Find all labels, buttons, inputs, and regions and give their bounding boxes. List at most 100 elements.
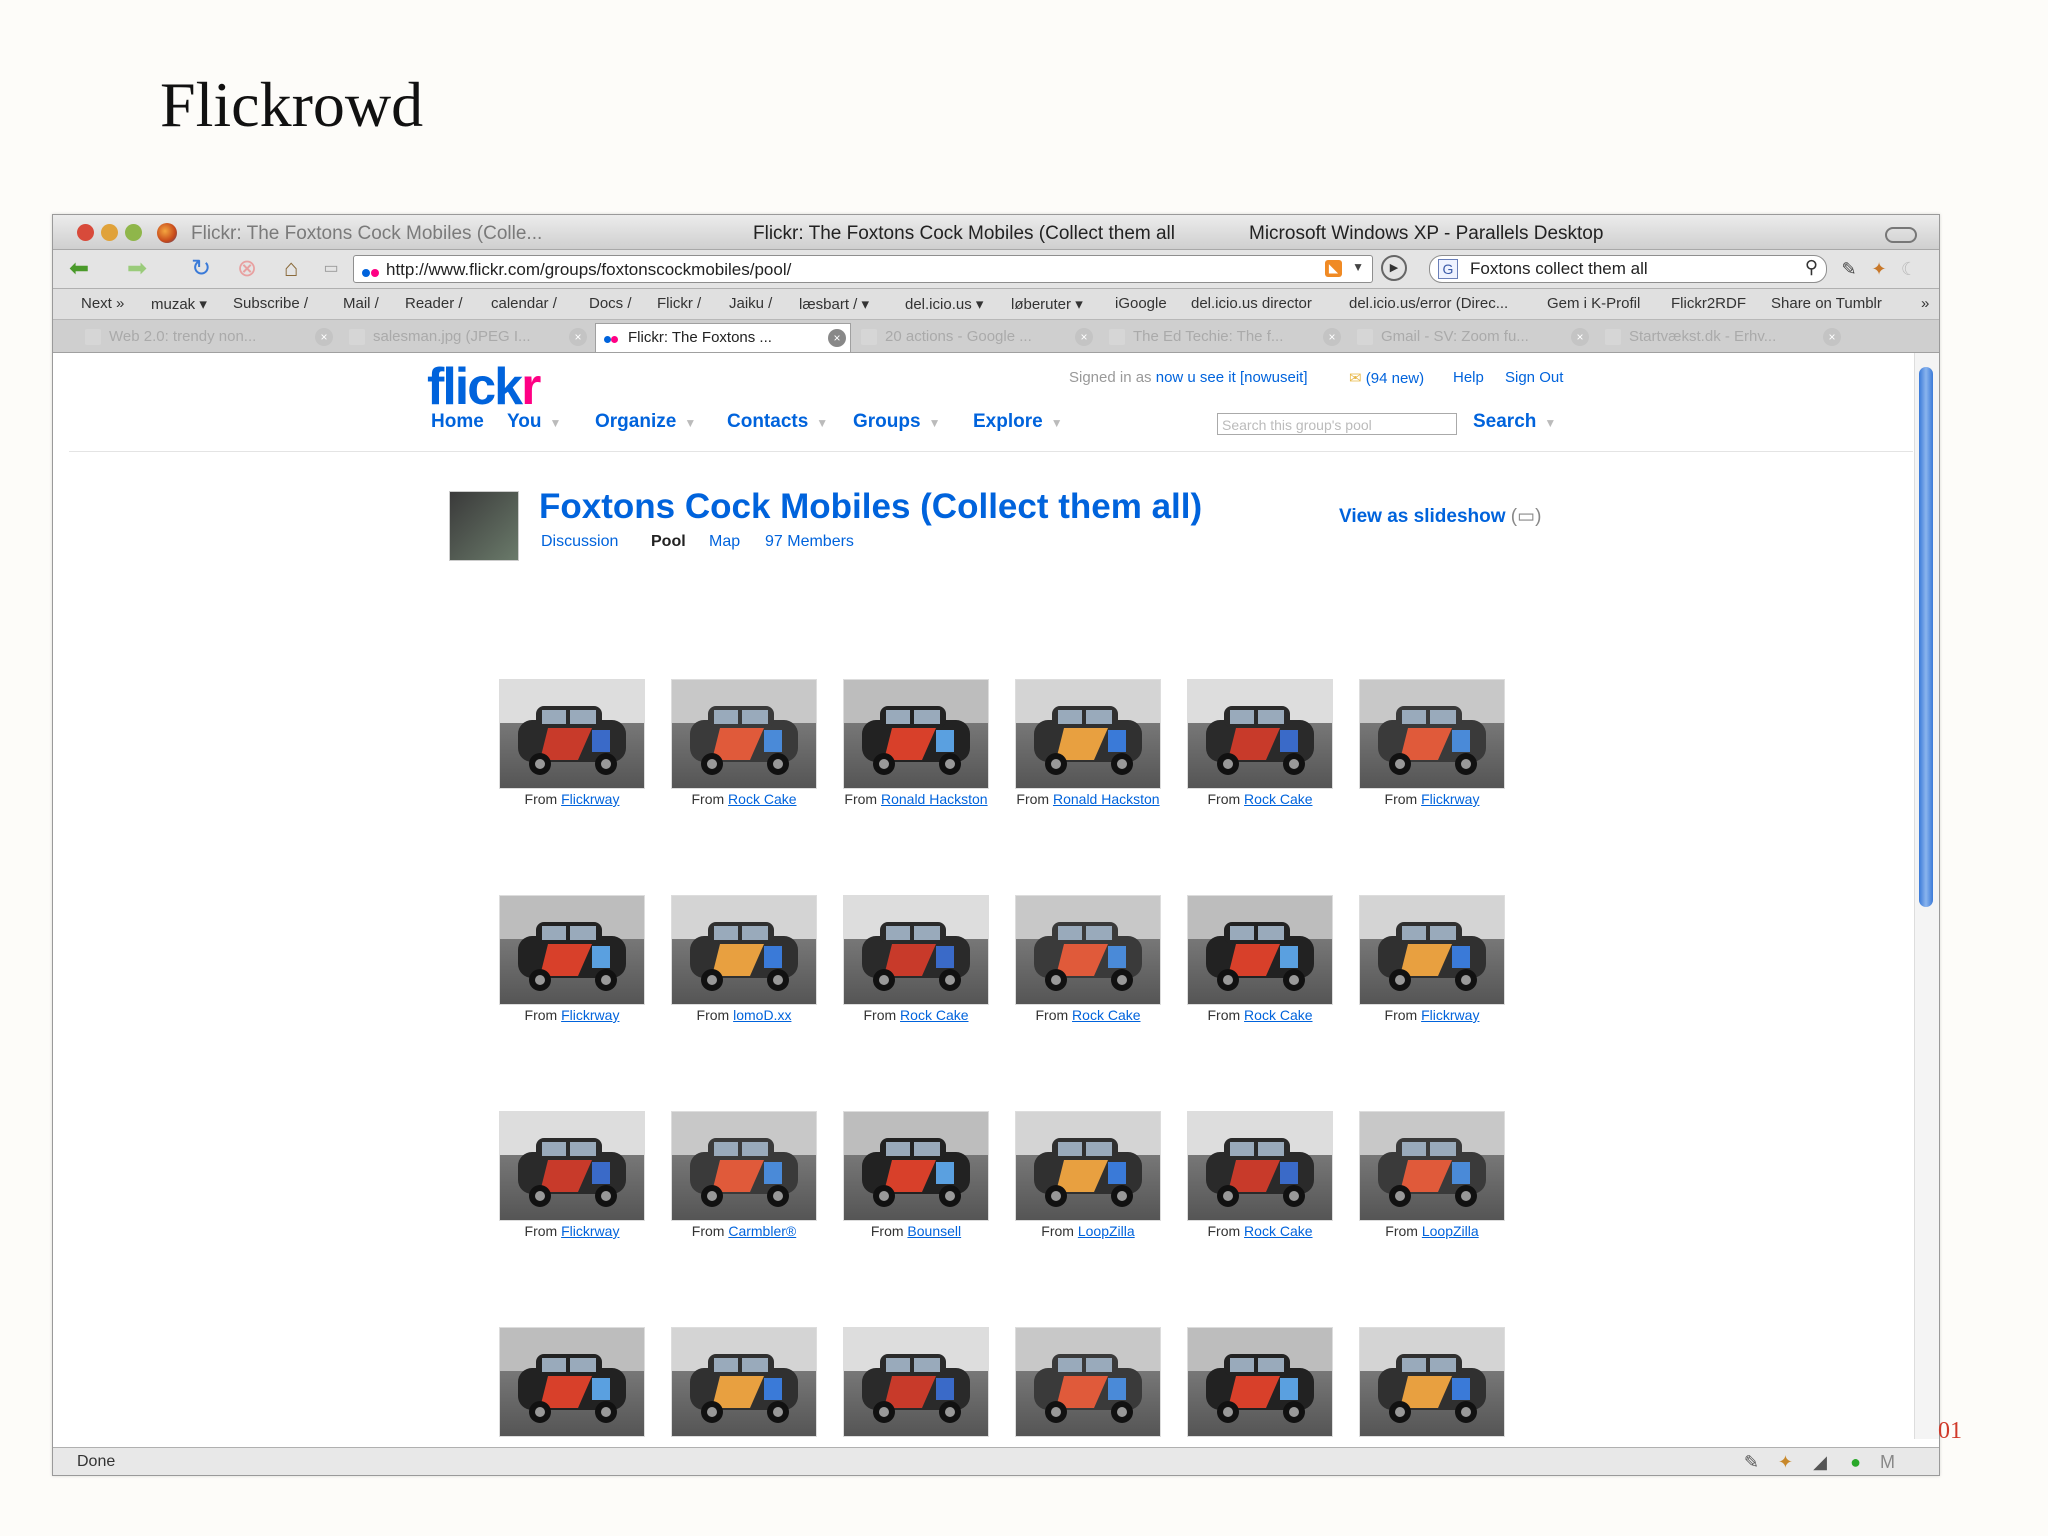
photo-thumbnail[interactable] bbox=[1187, 895, 1333, 1005]
bookmark-item[interactable]: muzak ▾ bbox=[151, 295, 207, 313]
pool-search-input[interactable]: Search this group's pool bbox=[1217, 413, 1457, 435]
photo-thumbnail[interactable] bbox=[671, 679, 817, 789]
edit-icon[interactable]: ✎ bbox=[1744, 1452, 1759, 1473]
bookmark-item[interactable]: Subscribe / bbox=[233, 295, 308, 312]
slideshow-icon[interactable]: (▭) bbox=[1511, 506, 1542, 527]
stop-icon[interactable]: ⊗ bbox=[233, 256, 261, 282]
tab-salesman[interactable]: salesman.jpg (JPEG I... × bbox=[341, 323, 591, 351]
bookmark-item[interactable]: del.icio.us ▾ bbox=[905, 295, 983, 313]
search-text[interactable]: Foxtons collect them all bbox=[1470, 259, 1648, 279]
pool-search-button[interactable]: Search ▼ bbox=[1473, 411, 1556, 433]
bookmark-item[interactable]: løberuter ▾ bbox=[1011, 295, 1083, 313]
photo-owner-link[interactable]: Flickrway bbox=[561, 1223, 619, 1239]
photo-thumbnail[interactable] bbox=[1015, 679, 1161, 789]
photo-owner-link[interactable]: LoopZilla bbox=[1078, 1223, 1135, 1239]
photo-owner-link[interactable]: LoopZilla bbox=[1422, 1223, 1479, 1239]
nav-explore[interactable]: Explore ▼ bbox=[973, 411, 1063, 433]
check-icon[interactable]: ● bbox=[1850, 1452, 1861, 1473]
group-icon[interactable] bbox=[449, 491, 519, 561]
slideshow-link[interactable]: View as slideshow (▭) bbox=[1339, 505, 1541, 528]
forward-icon[interactable]: ➡ bbox=[123, 256, 151, 282]
minimize-window-button[interactable] bbox=[101, 224, 118, 241]
url-bar[interactable]: http://www.flickr.com/groups/foxtonscock… bbox=[353, 255, 1373, 283]
close-window-button[interactable] bbox=[77, 224, 94, 241]
bookmark-item[interactable]: iGoogle bbox=[1115, 295, 1167, 312]
close-tab-icon[interactable]: × bbox=[1571, 328, 1589, 346]
mail-status[interactable]: ✉ (94 new) bbox=[1349, 369, 1424, 387]
photo-owner-link[interactable]: lomoD.xx bbox=[733, 1007, 791, 1023]
photo-owner-link[interactable]: Flickrway bbox=[561, 791, 619, 807]
photo-thumbnail[interactable] bbox=[499, 1327, 645, 1437]
go-button[interactable]: ▶ bbox=[1381, 255, 1407, 281]
photo-thumbnail[interactable] bbox=[1015, 1111, 1161, 1221]
bookmark-item[interactable]: Jaiku / bbox=[729, 295, 772, 312]
bookmark-item[interactable]: calendar / bbox=[491, 295, 557, 312]
nav-organize[interactable]: Organize ▼ bbox=[595, 411, 696, 433]
photo-thumbnail[interactable] bbox=[1359, 1327, 1505, 1437]
toolbar-toggle-button[interactable] bbox=[1885, 227, 1917, 243]
photo-owner-link[interactable]: Rock Cake bbox=[1072, 1007, 1140, 1023]
photo-owner-link[interactable]: Rock Cake bbox=[1244, 1223, 1312, 1239]
photo-owner-link[interactable]: Rock Cake bbox=[1244, 791, 1312, 807]
photo-thumbnail[interactable] bbox=[671, 1327, 817, 1437]
bookmark-item[interactable]: Reader / bbox=[405, 295, 463, 312]
bookmark-item[interactable]: Flickr / bbox=[657, 295, 701, 312]
photo-thumbnail[interactable] bbox=[843, 1327, 989, 1437]
bookmark-item[interactable]: Gem i K-Profil bbox=[1547, 295, 1640, 312]
tab-flickr[interactable]: Flickr: The Foxtons ... × bbox=[595, 323, 851, 352]
photo-thumbnail[interactable] bbox=[1359, 895, 1505, 1005]
rss-icon[interactable]: ◣ bbox=[1325, 260, 1342, 277]
tab-gmail[interactable]: Gmail - SV: Zoom fu... × bbox=[1349, 323, 1593, 351]
tab-edtechie[interactable]: The Ed Techie: The f... × bbox=[1101, 323, 1345, 351]
url-dropdown-icon[interactable]: ▼ bbox=[1352, 260, 1364, 274]
google-icon[interactable]: G bbox=[1438, 259, 1458, 279]
photo-owner-link[interactable]: Rock Cake bbox=[900, 1007, 968, 1023]
search-icon[interactable]: ⚲ bbox=[1805, 257, 1818, 278]
photo-thumbnail[interactable] bbox=[1359, 679, 1505, 789]
bookmark-item[interactable]: del.icio.us/error (Direc... bbox=[1349, 295, 1508, 312]
greasemonkey-icon[interactable]: ✦ bbox=[1778, 1452, 1793, 1473]
close-tab-icon[interactable]: × bbox=[315, 328, 333, 346]
screenshot-icon[interactable]: ▭ bbox=[317, 256, 345, 282]
photo-owner-link[interactable]: Ronald Hackston bbox=[881, 791, 988, 807]
bookmark-item[interactable]: læsbart / ▾ bbox=[799, 295, 869, 313]
mail-icon[interactable]: ✉ bbox=[1349, 370, 1362, 387]
photo-thumbnail[interactable] bbox=[499, 895, 645, 1005]
extension-icon[interactable]: ◢ bbox=[1813, 1452, 1827, 1473]
photo-thumbnail[interactable] bbox=[499, 679, 645, 789]
tab-google[interactable]: 20 actions - Google ... × bbox=[853, 323, 1097, 351]
zoom-window-button[interactable] bbox=[125, 224, 142, 241]
bookmark-item[interactable]: del.icio.us director bbox=[1191, 295, 1312, 312]
photo-thumbnail[interactable] bbox=[1187, 1327, 1333, 1437]
close-tab-icon[interactable]: × bbox=[1823, 328, 1841, 346]
tab-startvaekst[interactable]: Startvækst.dk - Erhv... × bbox=[1597, 323, 1845, 351]
nav-home[interactable]: Home bbox=[431, 411, 484, 433]
greasemonkey-icon[interactable]: ✦ bbox=[1865, 256, 1893, 282]
photo-thumbnail[interactable] bbox=[671, 895, 817, 1005]
photo-thumbnail[interactable] bbox=[1359, 1111, 1505, 1221]
bookmarks-overflow[interactable]: » bbox=[1921, 295, 1929, 312]
close-tab-icon[interactable]: × bbox=[828, 329, 846, 347]
photo-owner-link[interactable]: Ronald Hackston bbox=[1053, 791, 1160, 807]
home-icon[interactable]: ⌂ bbox=[277, 256, 305, 282]
close-tab-icon[interactable]: × bbox=[569, 328, 587, 346]
subnav-discussion[interactable]: Discussion bbox=[541, 533, 618, 551]
flickr-logo[interactable]: flickr bbox=[427, 357, 541, 417]
photo-thumbnail[interactable] bbox=[843, 895, 989, 1005]
photo-thumbnail[interactable] bbox=[499, 1111, 645, 1221]
subnav-members[interactable]: 97 Members bbox=[765, 533, 854, 551]
vertical-scrollbar[interactable] bbox=[1914, 353, 1939, 1439]
photo-thumbnail[interactable] bbox=[671, 1111, 817, 1221]
photo-owner-link[interactable]: Rock Cake bbox=[1244, 1007, 1312, 1023]
username-link[interactable]: now u see it [nowuseit] bbox=[1156, 369, 1308, 386]
url-text[interactable]: http://www.flickr.com/groups/foxtonscock… bbox=[386, 260, 791, 280]
photo-thumbnail[interactable] bbox=[1015, 1327, 1161, 1437]
nav-groups[interactable]: Groups ▼ bbox=[853, 411, 940, 433]
nav-contacts[interactable]: Contacts ▼ bbox=[727, 411, 828, 433]
bookmark-item[interactable]: Flickr2RDF bbox=[1671, 295, 1746, 312]
search-bar[interactable]: G Foxtons collect them all ⚲ bbox=[1429, 255, 1827, 283]
close-tab-icon[interactable]: × bbox=[1075, 328, 1093, 346]
photo-thumbnail[interactable] bbox=[1187, 679, 1333, 789]
extension-icon[interactable]: ✎ bbox=[1835, 256, 1863, 282]
nav-you[interactable]: You ▼ bbox=[507, 411, 561, 433]
